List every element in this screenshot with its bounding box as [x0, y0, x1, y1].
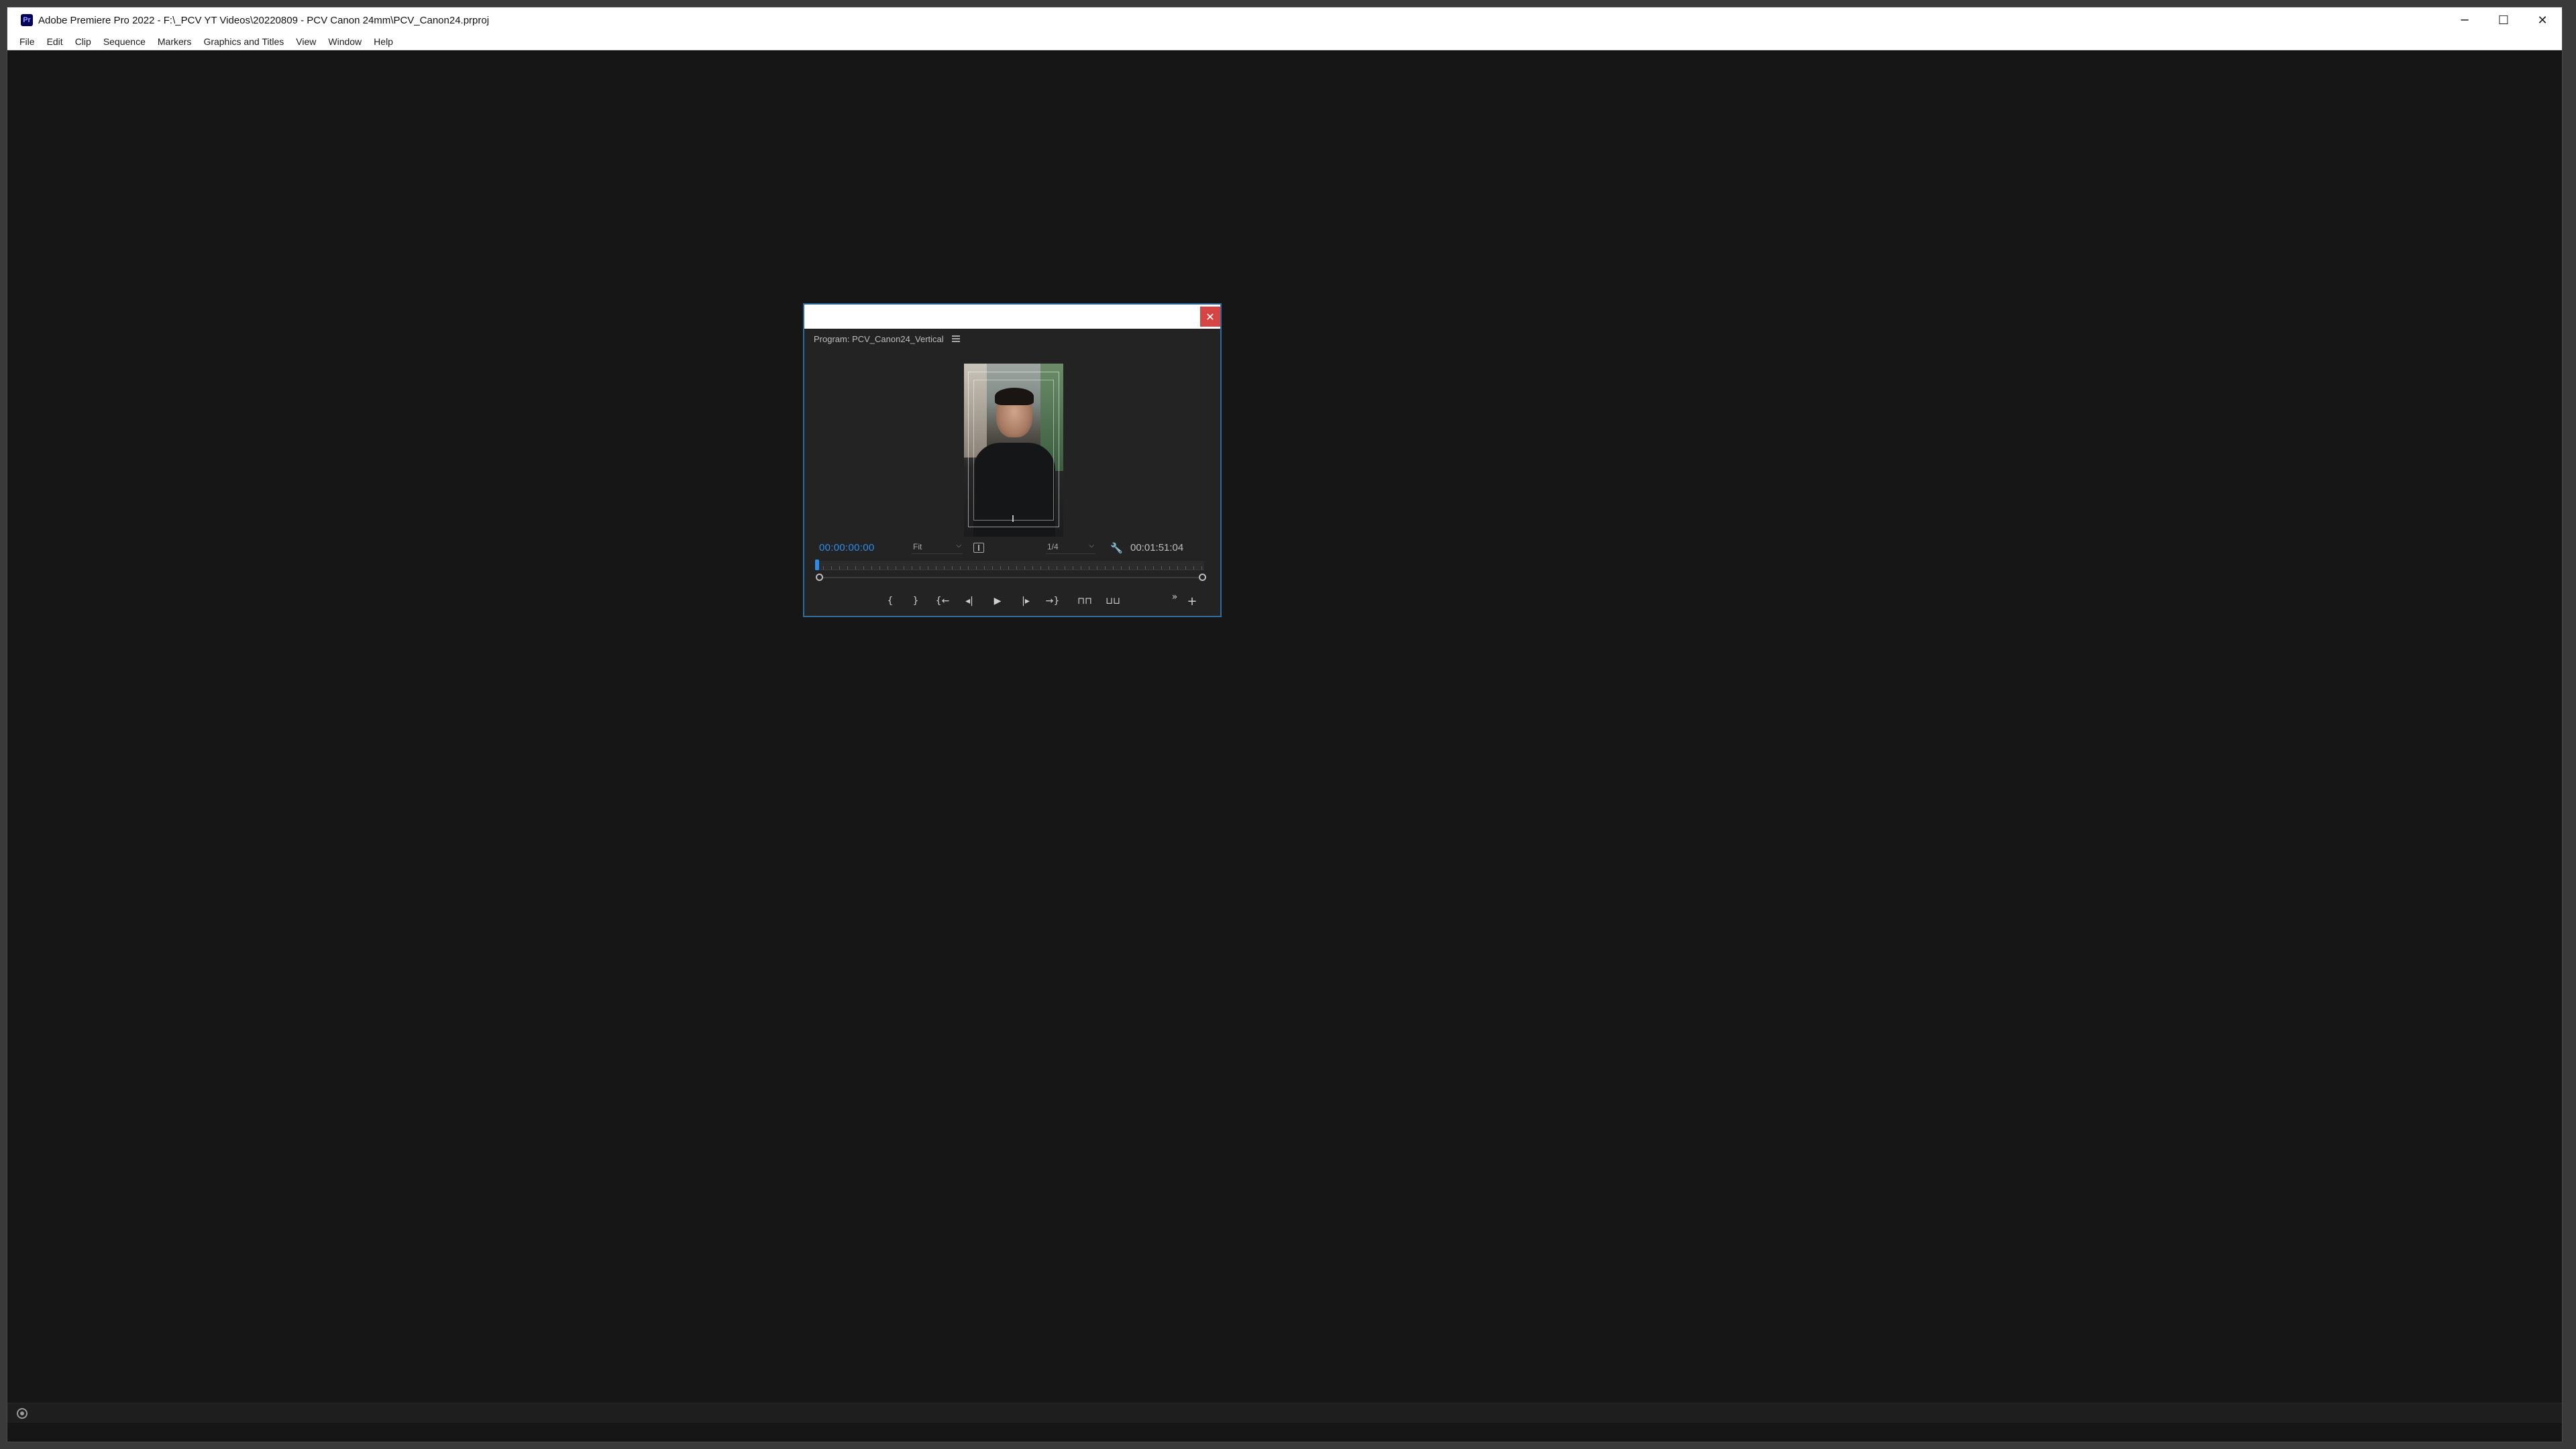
menu-edit[interactable]: Edit — [47, 36, 63, 47]
close-button[interactable]: ✕ — [2523, 7, 2562, 33]
menu-view[interactable]: View — [296, 36, 316, 47]
menu-sequence[interactable]: Sequence — [103, 36, 146, 47]
program-video-preview[interactable] — [964, 364, 1063, 537]
timeline-ruler[interactable] — [815, 561, 1204, 570]
status-bar — [7, 1403, 2562, 1423]
sequence-duration-timecode: 00:01:51:04 — [1130, 542, 1184, 553]
minimize-button[interactable]: ─ — [2445, 7, 2484, 33]
panel-menu-icon[interactable] — [951, 335, 960, 342]
zoom-handle-left[interactable] — [816, 574, 823, 581]
step-back-button[interactable]: ◂| — [961, 593, 977, 609]
mark-out-button[interactable]: } — [908, 593, 924, 609]
transport-controls: { } {← ◂| ▶ |▸ →} ⊓⊓ ⊔⊔ » + — [804, 592, 1220, 609]
zoom-handle-right[interactable] — [1199, 574, 1206, 581]
title-bar: Pr Adobe Premiere Pro 2022 - F:\_PCV YT … — [7, 7, 2562, 33]
menu-file[interactable]: File — [19, 36, 35, 47]
maximize-button[interactable]: ☐ — [2484, 7, 2523, 33]
play-button[interactable]: ▶ — [989, 593, 1006, 609]
program-monitor-title[interactable]: Program: PCV_Canon24_Vertical — [814, 334, 944, 344]
step-forward-button[interactable]: |▸ — [1018, 593, 1034, 609]
floating-program-monitor-window: ✕ Program: PCV_Canon24_Vertical 00:00:00… — [803, 303, 1222, 617]
zoom-scroll-bar[interactable] — [819, 577, 1201, 578]
workspace-area: ✕ Program: PCV_Canon24_Vertical 00:00:00… — [7, 50, 2562, 1423]
chevron-down-icon: ⌵ — [956, 542, 961, 549]
menu-graphics-and-titles[interactable]: Graphics and Titles — [203, 36, 284, 47]
menu-window[interactable]: Window — [328, 36, 362, 47]
mark-in-button[interactable]: { — [882, 593, 898, 609]
playback-resolution-select[interactable]: 1/4 ⌵ — [1046, 542, 1095, 554]
center-crosshair — [1012, 515, 1014, 522]
program-monitor-header: Program: PCV_Canon24_Vertical — [804, 329, 1220, 349]
menu-clip[interactable]: Clip — [75, 36, 91, 47]
floating-window-title-bar[interactable]: ✕ — [804, 305, 1220, 329]
more-controls-button[interactable]: » — [1167, 589, 1183, 605]
desktop: Pr Adobe Premiere Pro 2022 - F:\_PCV YT … — [0, 0, 2576, 1449]
background-tasks-icon[interactable] — [17, 1408, 28, 1419]
zoom-level-value: Fit — [913, 542, 922, 551]
title-safe-guide — [973, 380, 1054, 521]
safe-margins-icon[interactable] — [973, 543, 984, 553]
wrench-settings-icon[interactable]: 🔧 — [1110, 542, 1123, 554]
lift-button[interactable]: ⊓⊓ — [1077, 593, 1093, 609]
window-controls: ─ ☐ ✕ — [2445, 7, 2562, 33]
go-to-out-button[interactable]: →} — [1044, 593, 1061, 609]
premiere-app-window: Pr Adobe Premiere Pro 2022 - F:\_PCV YT … — [7, 7, 2563, 1442]
menu-bar: File Edit Clip Sequence Markers Graphics… — [7, 33, 2562, 50]
playhead-timecode[interactable]: 00:00:00:00 — [819, 542, 875, 553]
extract-button[interactable]: ⊔⊔ — [1105, 593, 1121, 609]
menu-markers[interactable]: Markers — [158, 36, 192, 47]
playhead-indicator[interactable] — [815, 559, 819, 570]
zoom-level-select[interactable]: Fit ⌵ — [912, 542, 963, 554]
window-title: Adobe Premiere Pro 2022 - F:\_PCV YT Vid… — [38, 14, 490, 26]
button-editor-add-button[interactable]: + — [1184, 593, 1200, 609]
chevron-down-icon: ⌵ — [1089, 542, 1094, 549]
playback-resolution-value: 1/4 — [1047, 542, 1059, 551]
floating-window-close-button[interactable]: ✕ — [1200, 307, 1220, 327]
monitor-controls-row: 00:00:00:00 Fit ⌵ 1/4 ⌵ 🔧 00:01:51:04 — [804, 541, 1220, 557]
go-to-in-button[interactable]: {← — [934, 593, 951, 609]
menu-help[interactable]: Help — [374, 36, 393, 47]
premiere-app-icon: Pr — [21, 14, 33, 26]
